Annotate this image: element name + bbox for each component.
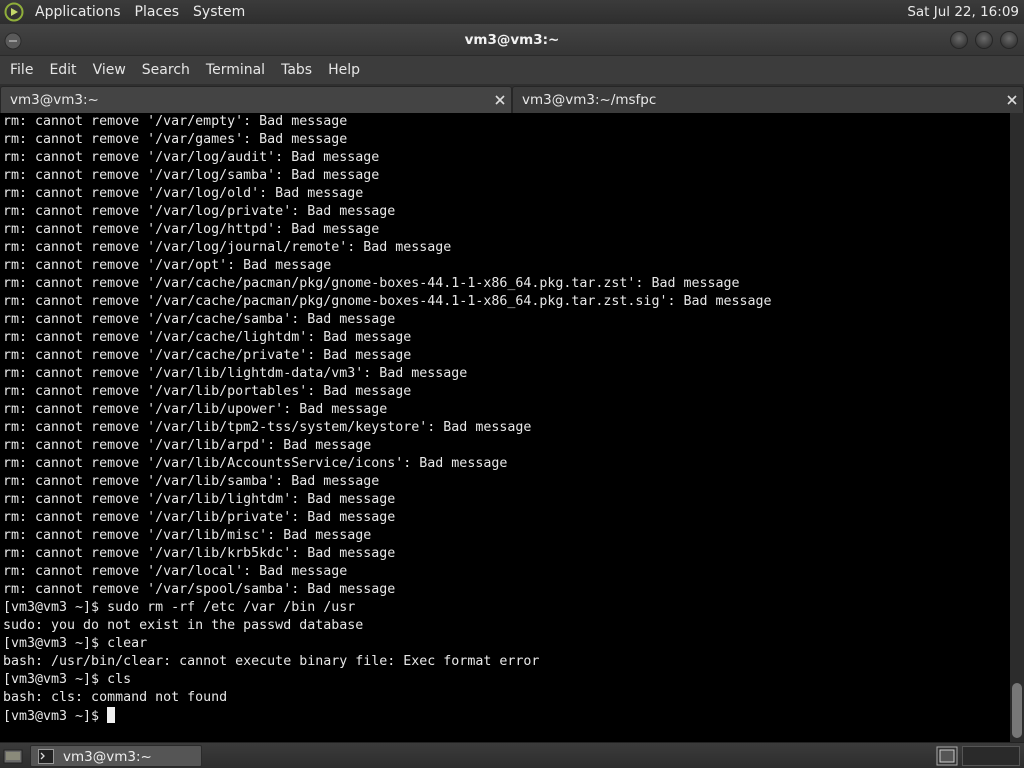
maximize-button[interactable] bbox=[975, 31, 993, 49]
show-desktop-icon[interactable] bbox=[2, 746, 24, 766]
terminal-icon bbox=[38, 749, 54, 768]
terminal-line: rm: cannot remove '/var/log/httpd': Bad … bbox=[3, 222, 380, 237]
system-menu[interactable]: System bbox=[186, 0, 252, 24]
tab-label: vm3@vm3:~/msfpc bbox=[522, 92, 657, 108]
terminal-line: rm: cannot remove '/var/log/private': Ba… bbox=[3, 204, 396, 219]
menubar: File Edit View Search Terminal Tabs Help bbox=[0, 56, 1024, 84]
window-titlebar[interactable]: vm3@vm3:~ bbox=[0, 24, 1024, 56]
terminal-line: rm: cannot remove '/var/local': Bad mess… bbox=[3, 564, 348, 579]
terminal-prompt: [vm3@vm3 ~]$ bbox=[3, 709, 108, 724]
close-tab-icon[interactable] bbox=[1005, 93, 1019, 107]
text-cursor bbox=[107, 707, 116, 723]
menu-file[interactable]: File bbox=[2, 56, 41, 84]
taskbar-window-label: vm3@vm3:~ bbox=[63, 749, 152, 765]
top-panel-menus: Applications Places System bbox=[0, 0, 252, 24]
terminal-line: [vm3@vm3 ~]$ clear bbox=[3, 636, 148, 651]
terminal-line: rm: cannot remove '/var/cache/private': … bbox=[3, 348, 412, 363]
terminal-line: rm: cannot remove '/var/lib/misc': Bad m… bbox=[3, 528, 372, 543]
places-menu[interactable]: Places bbox=[128, 0, 187, 24]
tab-label: vm3@vm3:~ bbox=[10, 92, 99, 108]
workspace-2[interactable] bbox=[962, 746, 1020, 766]
workspace-switcher-icon[interactable] bbox=[936, 746, 958, 766]
terminal-line: rm: cannot remove '/var/log/journal/remo… bbox=[3, 240, 452, 255]
terminal-line: rm: cannot remove '/var/lib/upower': Bad… bbox=[3, 402, 388, 417]
terminal-line: rm: cannot remove '/var/lib/krb5kdc': Ba… bbox=[3, 546, 396, 561]
terminal-line: rm: cannot remove '/var/log/samba': Bad … bbox=[3, 168, 380, 183]
terminal-scrollbar[interactable] bbox=[1010, 113, 1024, 742]
terminal-line: rm: cannot remove '/var/games': Bad mess… bbox=[3, 132, 348, 147]
applications-logo-icon[interactable] bbox=[0, 0, 28, 24]
tab-bar: vm3@vm3:~ vm3@vm3:~/msfpc bbox=[0, 84, 1024, 113]
menu-tabs[interactable]: Tabs bbox=[273, 56, 320, 84]
terminal-line: rm: cannot remove '/var/lib/tpm2-tss/sys… bbox=[3, 420, 532, 435]
terminal-line: rm: cannot remove '/var/lib/portables': … bbox=[3, 384, 412, 399]
minimize-button[interactable] bbox=[950, 31, 968, 49]
terminal-line: bash: /usr/bin/clear: cannot execute bin… bbox=[3, 654, 540, 669]
terminal-line: rm: cannot remove '/var/empty': Bad mess… bbox=[3, 114, 348, 129]
terminal-line: rm: cannot remove '/var/lib/arpd': Bad m… bbox=[3, 438, 372, 453]
window-title: vm3@vm3:~ bbox=[464, 32, 560, 48]
terminal-line: rm: cannot remove '/var/cache/lightdm': … bbox=[3, 330, 412, 345]
scrollbar-thumb[interactable] bbox=[1012, 683, 1022, 738]
terminal-line: rm: cannot remove '/var/spool/samba': Ba… bbox=[3, 582, 396, 597]
terminal-line: rm: cannot remove '/var/cache/pacman/pkg… bbox=[3, 276, 740, 291]
terminal-line: rm: cannot remove '/var/log/old': Bad me… bbox=[3, 186, 364, 201]
taskbar-window-button[interactable]: vm3@vm3:~ bbox=[30, 745, 202, 767]
terminal-prompt-line[interactable]: [vm3@vm3 ~]$ bbox=[3, 707, 772, 725]
terminal-line: rm: cannot remove '/var/log/audit': Bad … bbox=[3, 150, 380, 165]
terminal-line: rm: cannot remove '/var/lib/AccountsServ… bbox=[3, 456, 508, 471]
terminal-line: sudo: you do not exist in the passwd dat… bbox=[3, 618, 364, 633]
terminal-line: rm: cannot remove '/var/lib/samba': Bad … bbox=[3, 474, 380, 489]
menu-search[interactable]: Search bbox=[134, 56, 198, 84]
bottom-panel: vm3@vm3:~ bbox=[0, 742, 1024, 768]
menu-edit[interactable]: Edit bbox=[41, 56, 84, 84]
menu-view[interactable]: View bbox=[85, 56, 134, 84]
terminal-lines: rm: cannot remove '/var/empty': Bad mess… bbox=[3, 113, 772, 725]
menu-help[interactable]: Help bbox=[320, 56, 368, 84]
terminal-line: rm: cannot remove '/var/lib/lightdm': Ba… bbox=[3, 492, 396, 507]
terminal-line: [vm3@vm3 ~]$ sudo rm -rf /etc /var /bin … bbox=[3, 600, 356, 615]
tab-msfpc[interactable]: vm3@vm3:~/msfpc bbox=[512, 86, 1024, 113]
terminal-line: [vm3@vm3 ~]$ cls bbox=[3, 672, 132, 687]
terminal-line: rm: cannot remove '/var/lib/lightdm-data… bbox=[3, 366, 468, 381]
terminal-line: rm: cannot remove '/var/cache/pacman/pkg… bbox=[3, 294, 772, 309]
close-window-button[interactable] bbox=[1000, 31, 1018, 49]
tab-home[interactable]: vm3@vm3:~ bbox=[0, 86, 512, 113]
terminal-line: rm: cannot remove '/var/lib/private': Ba… bbox=[3, 510, 396, 525]
menu-terminal[interactable]: Terminal bbox=[198, 56, 273, 84]
close-tab-icon[interactable] bbox=[493, 93, 507, 107]
terminal-output[interactable]: rm: cannot remove '/var/empty': Bad mess… bbox=[0, 113, 1010, 742]
top-panel: Applications Places System Sat Jul 22, 1… bbox=[0, 0, 1024, 24]
terminal-line: bash: cls: command not found bbox=[3, 690, 228, 705]
terminal-line: rm: cannot remove '/var/opt': Bad messag… bbox=[3, 258, 332, 273]
terminal-line: rm: cannot remove '/var/cache/samba': Ba… bbox=[3, 312, 396, 327]
clock[interactable]: Sat Jul 22, 16:09 bbox=[907, 0, 1019, 24]
applications-menu[interactable]: Applications bbox=[28, 0, 128, 24]
